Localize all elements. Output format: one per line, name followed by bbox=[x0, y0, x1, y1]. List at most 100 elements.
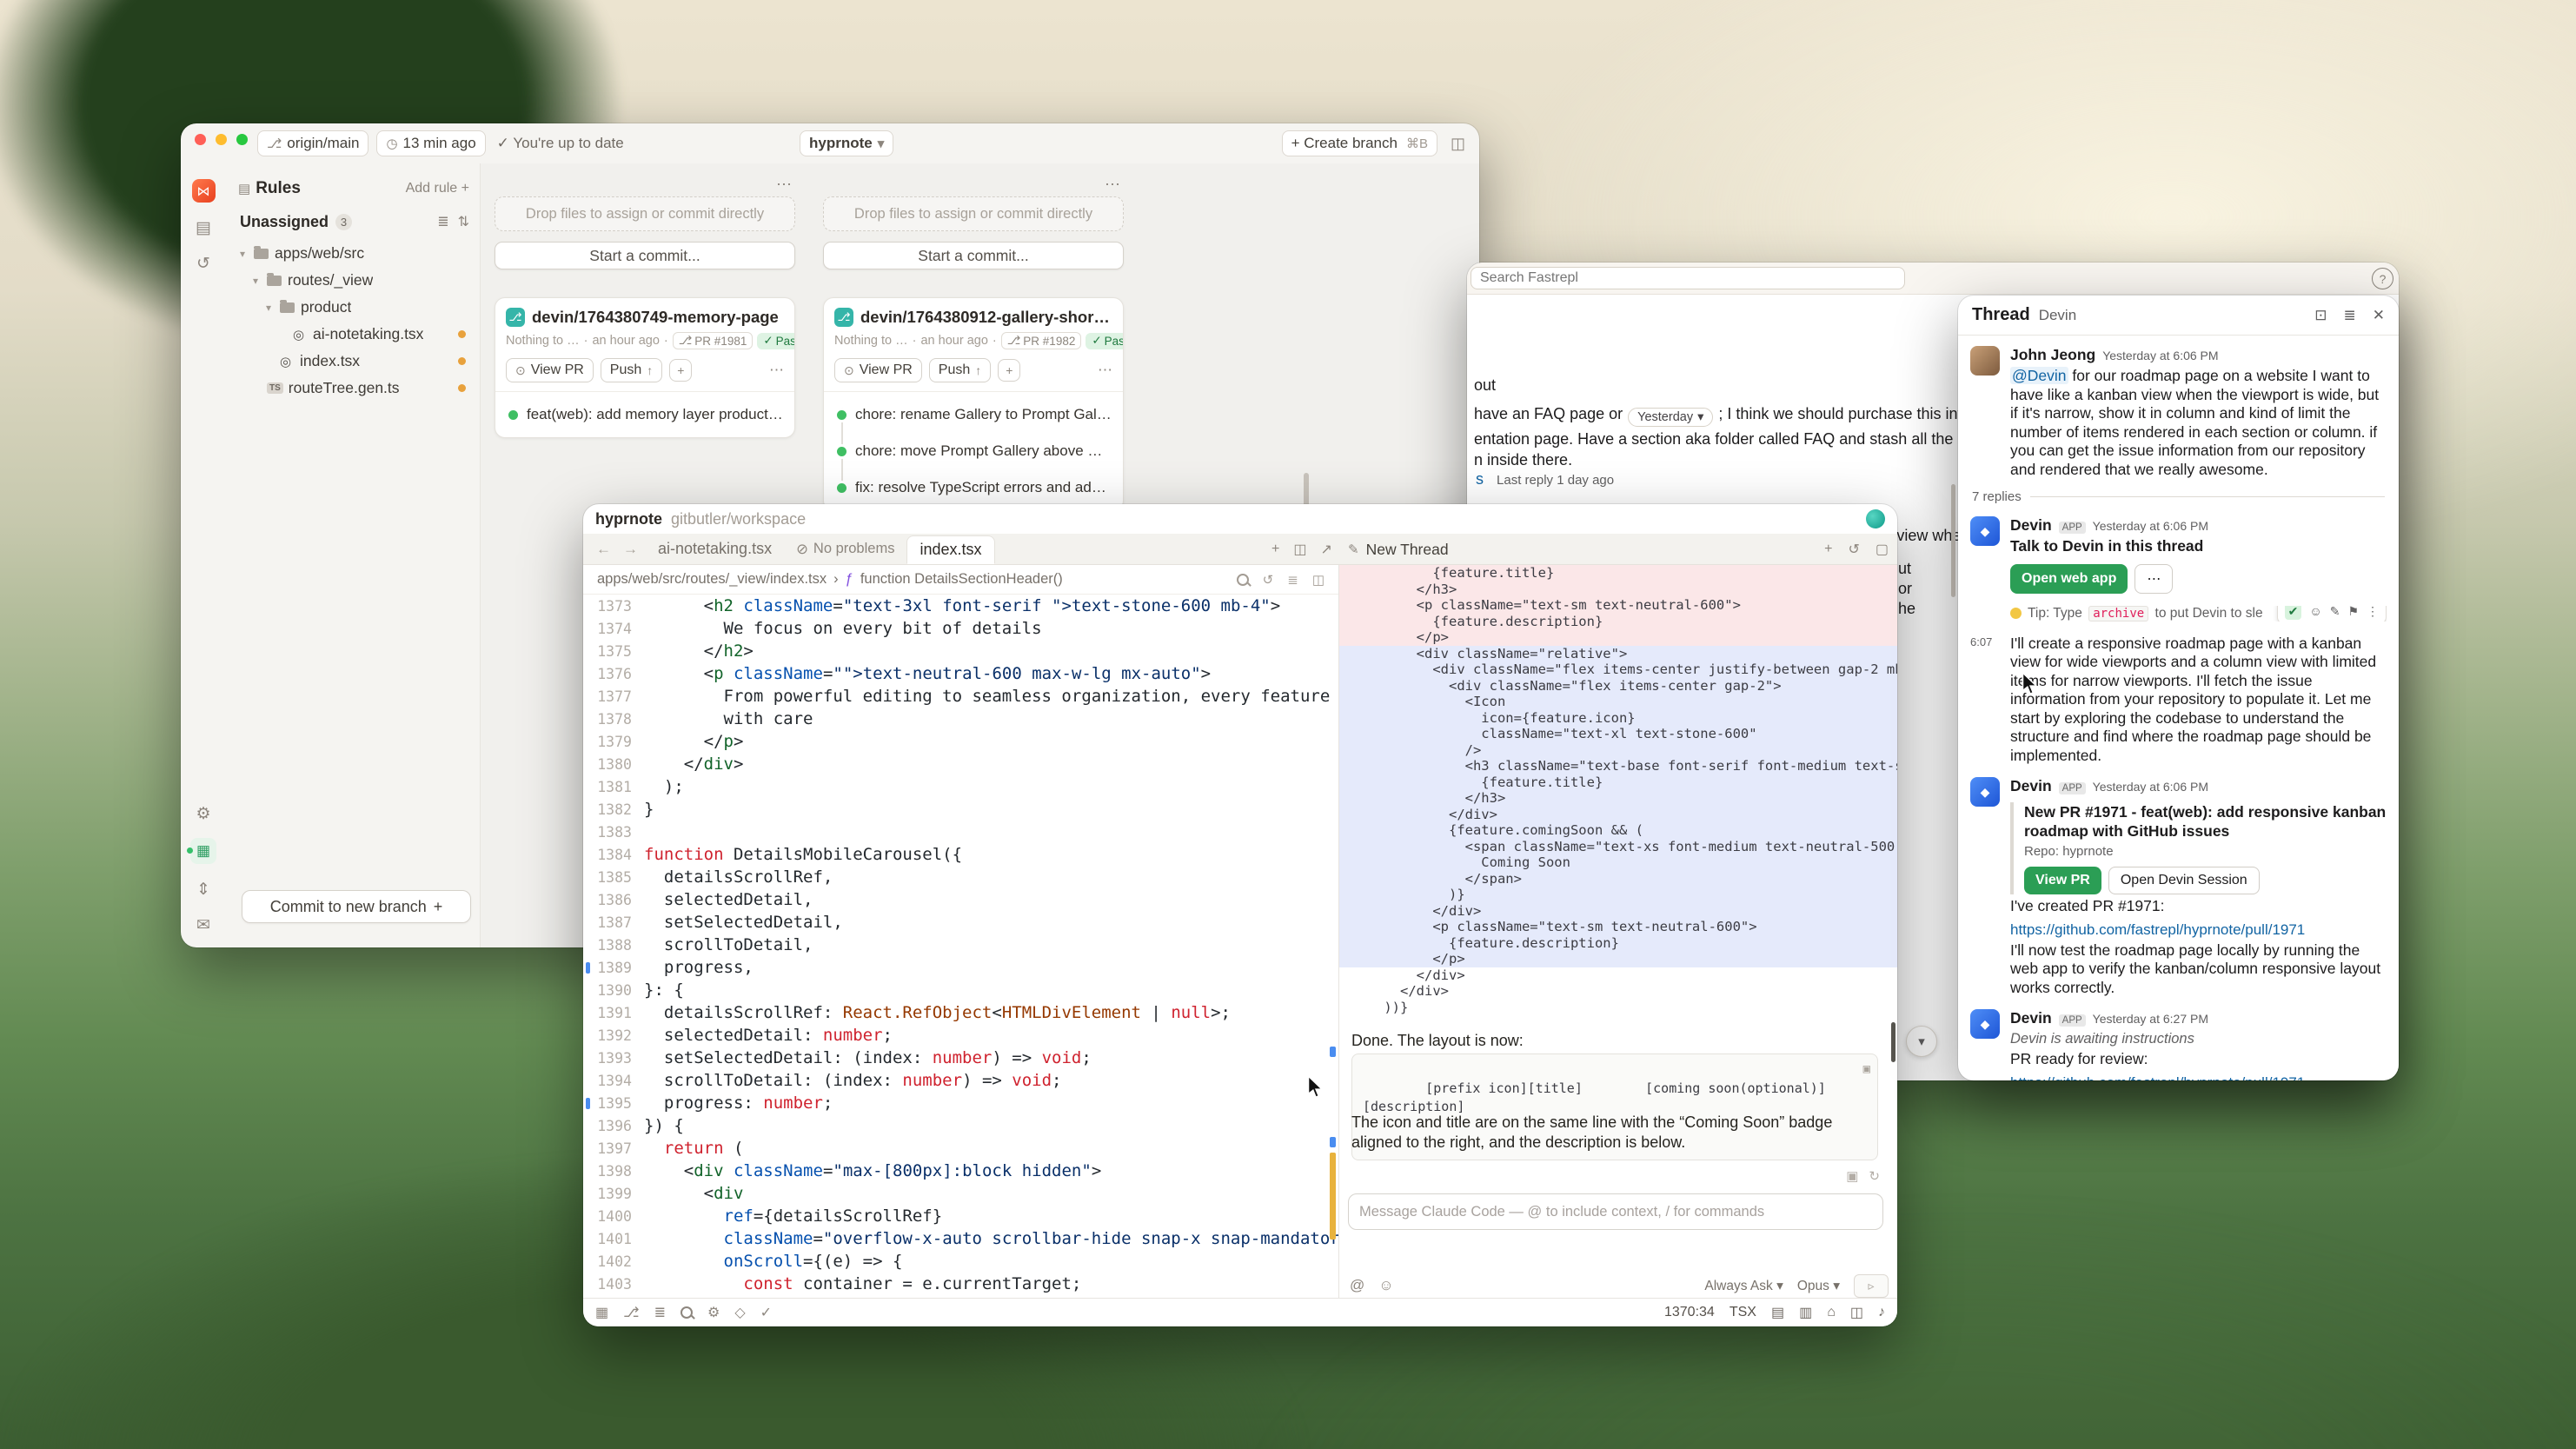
tab-index-tsx[interactable]: index.tsx bbox=[906, 535, 994, 564]
reaction-check-icon[interactable]: ✔ bbox=[2285, 606, 2302, 620]
code-line[interactable]: 1373 <h2 className="text-3xl font-serif … bbox=[583, 595, 1338, 617]
code-line[interactable]: 1378 with care bbox=[583, 708, 1338, 730]
help-icon[interactable]: ? bbox=[2372, 268, 2393, 289]
problems-status[interactable]: ⊘ No problems bbox=[787, 541, 903, 558]
view-pr-button[interactable]: ⊙ View PR bbox=[506, 358, 594, 382]
tree-item-index-tsx[interactable]: ◎index.tsx bbox=[238, 348, 480, 375]
code-line[interactable]: 1390}: { bbox=[583, 979, 1338, 1001]
code-line[interactable]: 1393 setSelectedDetail: (index: number) … bbox=[583, 1047, 1338, 1069]
code-area[interactable]: 1373 <h2 className="text-3xl font-serif … bbox=[583, 595, 1338, 1298]
open-devin-session-button[interactable]: Open Devin Session bbox=[2108, 867, 2260, 894]
code-line[interactable]: 1384function DetailsMobileCarousel({ bbox=[583, 843, 1338, 866]
code-line[interactable]: 1389 progress, bbox=[583, 956, 1338, 979]
tree-item-product[interactable]: ▾product bbox=[238, 294, 480, 321]
panel-history-icon[interactable]: ↺ bbox=[1848, 541, 1859, 558]
close-icon[interactable]: ✕ bbox=[2373, 307, 2385, 324]
commit-item[interactable]: fix: resolve TypeScript errors and add r… bbox=[824, 469, 1123, 506]
cursor-position[interactable]: 1370:34 bbox=[1664, 1305, 1715, 1320]
code-line[interactable]: 1374 We focus on every bit of details bbox=[583, 617, 1338, 640]
forward-icon[interactable]: → bbox=[619, 541, 642, 558]
user-mention[interactable]: @Devin bbox=[2010, 367, 2068, 384]
diff-view[interactable]: {feature.title} </h3> <p className="text… bbox=[1339, 565, 1897, 1015]
workspace-chip[interactable]: hyprnote ▾ bbox=[800, 130, 893, 156]
create-branch-button[interactable]: + Create branch ⌘B bbox=[1282, 130, 1437, 156]
tree-item-apps-web-src[interactable]: ▾apps/web/src bbox=[238, 240, 480, 267]
push-button[interactable]: Push ↑ bbox=[601, 358, 662, 382]
code-line[interactable]: 1387 setSelectedDetail, bbox=[583, 911, 1338, 934]
commit-to-new-branch-button[interactable]: Commit to new branch + bbox=[242, 890, 471, 923]
code-line[interactable]: 1379 </p> bbox=[583, 730, 1338, 753]
message-link[interactable]: https://github.com/fastrepl/hyprnote/pul… bbox=[2010, 921, 2387, 939]
code-line[interactable]: 1401 className="overflow-x-auto scrollba… bbox=[583, 1227, 1338, 1250]
panel-plus-icon[interactable]: + bbox=[1824, 542, 1832, 557]
code-line[interactable]: 1383 bbox=[583, 821, 1338, 843]
code-line[interactable]: 1381 ); bbox=[583, 775, 1338, 798]
status-note-icon[interactable]: ♪ bbox=[1878, 1305, 1885, 1320]
lane-menu-icon[interactable]: ⋯ bbox=[1105, 176, 1120, 194]
status-home-icon[interactable]: ⌂ bbox=[1827, 1305, 1836, 1320]
window-controls[interactable] bbox=[195, 134, 248, 145]
settings-gear-icon[interactable]: ⚙ bbox=[196, 804, 210, 824]
send-button[interactable]: ▹ bbox=[1854, 1274, 1889, 1298]
lane-menu-icon[interactable]: ⋯ bbox=[776, 176, 792, 194]
tree-item-routes-view[interactable]: ▾routes/_view bbox=[238, 267, 480, 294]
code-line[interactable]: 1395 progress: number; bbox=[583, 1092, 1338, 1114]
minimize-window-icon[interactable] bbox=[216, 134, 227, 145]
language-mode[interactable]: TSX bbox=[1730, 1305, 1756, 1320]
permission-mode-select[interactable]: Always Ask ▾ bbox=[1704, 1278, 1783, 1294]
date-filter-pill[interactable]: Yesterday▾ bbox=[1628, 408, 1713, 427]
status-gear-icon[interactable]: ⚙ bbox=[707, 1304, 720, 1321]
jump-to-latest-button[interactable]: ▾ bbox=[1906, 1026, 1937, 1057]
thread-reply-meta[interactable]: s Last reply 1 day ago bbox=[1476, 470, 1614, 489]
code-line[interactable]: 1398 <div className="max-[800px]:block h… bbox=[583, 1160, 1338, 1182]
code-line[interactable]: 1388 scrollToDetail, bbox=[583, 934, 1338, 956]
close-window-icon[interactable] bbox=[195, 134, 206, 145]
tab-new-thread[interactable]: ✎ New Thread bbox=[1348, 534, 1449, 565]
code-line[interactable]: 1385 detailsScrollRef, bbox=[583, 866, 1338, 888]
status-split-icon[interactable]: ◫ bbox=[1850, 1304, 1863, 1321]
tree-item-routetree-gen-ts[interactable]: TSrouteTree.gen.ts bbox=[238, 375, 480, 402]
code-line[interactable]: 1386 selectedDetail, bbox=[583, 888, 1338, 911]
ci-status-badge[interactable]: ✓ Passed bbox=[757, 333, 794, 349]
copy-icon[interactable]: ▣ bbox=[1863, 1060, 1870, 1079]
new-tab-icon[interactable]: + bbox=[1271, 542, 1279, 557]
push-button[interactable]: Push ↑ bbox=[929, 358, 991, 382]
code-line[interactable]: 1394 scrollToDetail: (index: number) => … bbox=[583, 1069, 1338, 1092]
status-kanban-icon[interactable]: ▥ bbox=[1799, 1304, 1812, 1321]
search-icon[interactable] bbox=[1237, 574, 1249, 586]
fetch-age-chip[interactable]: ◷ 13 min ago bbox=[376, 130, 485, 156]
pr-chip[interactable]: ⎇ PR #1981 bbox=[673, 332, 754, 349]
code-line[interactable]: 1382} bbox=[583, 798, 1338, 821]
drop-zone[interactable]: Drop files to assign or commit directly bbox=[495, 196, 795, 231]
list-view-icon[interactable]: ≣ bbox=[437, 213, 448, 230]
code-line[interactable]: 1397 return ( bbox=[583, 1137, 1338, 1160]
layout-toggle-icon[interactable]: ◫ bbox=[1451, 135, 1465, 153]
branch-name[interactable]: devin/1764380912-gallery-shortcuts bbox=[860, 308, 1112, 327]
status-branch-icon[interactable]: ⎇ bbox=[623, 1304, 639, 1321]
code-line[interactable]: 1391 detailsScrollRef: React.RefObject<H… bbox=[583, 1001, 1338, 1024]
add-commit-button[interactable]: + bbox=[998, 359, 1020, 382]
editor-mode-icon[interactable]: ▦ bbox=[190, 838, 216, 864]
thread-settings-icon[interactable]: ≣ bbox=[2344, 307, 2356, 324]
branch-name[interactable]: devin/1764380749-memory-page bbox=[532, 308, 779, 327]
status-list-icon[interactable]: ≣ bbox=[654, 1304, 666, 1321]
start-commit-button[interactable]: Start a commit... bbox=[823, 242, 1124, 269]
ci-status-badge[interactable]: ✓ Passed bbox=[1086, 333, 1123, 349]
zoom-window-icon[interactable] bbox=[236, 134, 248, 145]
code-line[interactable]: 1392 selectedDetail: number; bbox=[583, 1024, 1338, 1047]
code-line[interactable]: 1399 <div bbox=[583, 1182, 1338, 1205]
add-commit-button[interactable]: + bbox=[669, 359, 692, 382]
bookmark-icon[interactable]: ⚑ bbox=[2347, 606, 2359, 619]
start-commit-button[interactable]: Start a commit... bbox=[495, 242, 795, 269]
add-reaction-icon[interactable]: ☺ bbox=[2309, 606, 2321, 619]
status-diamond-icon[interactable]: ◇ bbox=[734, 1304, 745, 1321]
branch-menu-icon[interactable]: ⋯ bbox=[1098, 362, 1112, 379]
view-pr-button[interactable]: View PR bbox=[2024, 867, 2101, 894]
more-options-button[interactable]: ⋯ bbox=[2134, 564, 2173, 594]
history-icon[interactable]: ↺ bbox=[196, 254, 210, 274]
workspaces-icon[interactable]: ▤ bbox=[196, 218, 211, 238]
panel-layout-icon[interactable]: ▢ bbox=[1876, 541, 1889, 558]
search-input[interactable] bbox=[1471, 267, 1905, 289]
gitbutler-logo-icon[interactable]: ⋈ bbox=[192, 179, 216, 203]
branch-menu-icon[interactable]: ⋯ bbox=[769, 362, 784, 379]
